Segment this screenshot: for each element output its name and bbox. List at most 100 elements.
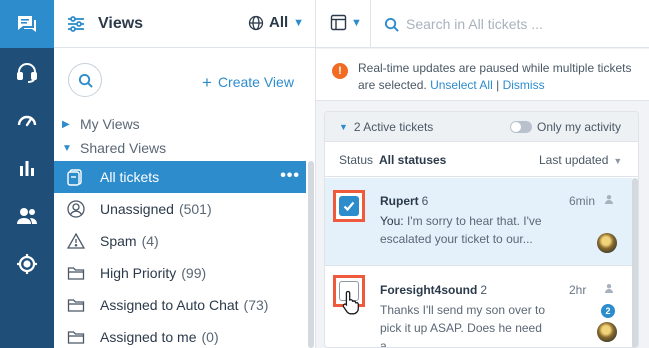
message-count: 6 bbox=[421, 194, 429, 208]
people-icon[interactable] bbox=[0, 192, 54, 240]
app-rail bbox=[0, 0, 54, 348]
view-item-high-priority[interactable]: High Priority (99) bbox=[54, 257, 306, 289]
group-label: My Views bbox=[80, 116, 140, 132]
warning-icon bbox=[66, 231, 86, 251]
view-item-all-tickets[interactable]: All tickets ••• bbox=[54, 161, 306, 193]
requester-name: Foresight4sound bbox=[380, 283, 478, 297]
highlight-box bbox=[333, 190, 365, 222]
status-filter-row: Status All statuses Last updated ▼ bbox=[325, 143, 638, 177]
ticket-requester: Rupert 6 bbox=[380, 194, 428, 208]
ticket-preview: You: I'm sorry to hear that. I've escala… bbox=[380, 212, 560, 248]
language-selector[interactable]: All ▼ bbox=[248, 14, 304, 31]
layout-toggle-button[interactable]: ▼ bbox=[330, 14, 362, 31]
create-view-button[interactable]: + Create View bbox=[202, 72, 294, 92]
group-label: Shared Views bbox=[80, 140, 167, 156]
person-icon bbox=[605, 284, 613, 293]
view-label: Assigned to me bbox=[100, 329, 197, 345]
more-options-icon[interactable]: ••• bbox=[280, 167, 300, 185]
view-item-unassigned[interactable]: Unassigned (501) bbox=[54, 193, 306, 225]
ticket-checkbox[interactable] bbox=[339, 196, 359, 216]
view-label: High Priority bbox=[100, 265, 177, 281]
views-header: Views All ▼ bbox=[54, 0, 316, 48]
only-my-activity-switch[interactable] bbox=[510, 121, 532, 133]
view-item-assigned-to-me[interactable]: Assigned to me (0) bbox=[54, 321, 306, 348]
target-settings-icon[interactable] bbox=[0, 240, 54, 288]
create-view-label: Create View bbox=[217, 74, 294, 90]
only-my-activity-label: Only my activity bbox=[537, 120, 622, 134]
chevron-down-icon: ▼ bbox=[613, 156, 623, 166]
hand-cursor-icon bbox=[342, 290, 359, 315]
header-divider bbox=[370, 0, 371, 48]
chevron-right-icon: ▶ bbox=[62, 118, 70, 130]
search-icon bbox=[78, 73, 93, 88]
plus-icon: + bbox=[202, 73, 212, 92]
tickets-icon bbox=[66, 167, 86, 187]
preview-text: I'm sorry to hear that. I've escalated y… bbox=[380, 214, 542, 246]
notice-separator: | bbox=[496, 78, 500, 92]
view-label: Assigned to Auto Chat bbox=[100, 297, 239, 313]
group-my-views[interactable]: ▶ My Views bbox=[62, 116, 140, 132]
notice-message: Real-time updates are paused while multi… bbox=[358, 61, 632, 92]
avatar bbox=[597, 322, 617, 342]
active-tickets-card: ▼ 2 Active tickets Only my activity Stat… bbox=[324, 111, 639, 348]
active-tickets-bar: ▼ 2 Active tickets Only my activity bbox=[325, 112, 638, 142]
view-count: (73) bbox=[243, 297, 269, 313]
globe-icon bbox=[248, 15, 264, 30]
unselect-all-link[interactable]: Unselect All bbox=[430, 78, 493, 92]
view-item-assigned-auto-chat[interactable]: Assigned to Auto Chat (73) bbox=[54, 289, 306, 321]
group-shared-views[interactable]: ▼ Shared Views bbox=[62, 140, 166, 156]
chevron-down-icon: ▼ bbox=[293, 16, 305, 29]
views-search-button[interactable] bbox=[68, 63, 102, 97]
realtime-paused-notice: ! Real-time updates are paused while mul… bbox=[316, 49, 649, 101]
user-icon bbox=[66, 199, 86, 219]
reports-icon[interactable] bbox=[0, 144, 54, 192]
view-count: (4) bbox=[141, 233, 159, 249]
check-icon bbox=[343, 201, 355, 212]
chevron-down-icon: ▼ bbox=[351, 16, 362, 29]
layout-icon bbox=[330, 14, 347, 31]
view-label: Unassigned bbox=[100, 201, 174, 217]
status-label: Status bbox=[339, 153, 374, 167]
folder-icon bbox=[66, 327, 86, 347]
search-icon bbox=[384, 17, 399, 32]
dashboard-icon[interactable] bbox=[0, 96, 54, 144]
ticket-row[interactable]: Foresight4sound 2 2hr Thanks I'll send my… bbox=[325, 267, 632, 347]
avatar bbox=[597, 233, 617, 253]
ticket-preview: Thanks I'll send my son over to pick it … bbox=[380, 301, 560, 347]
dismiss-link[interactable]: Dismiss bbox=[503, 78, 545, 92]
view-label: Spam bbox=[100, 233, 137, 249]
unread-badge: 2 bbox=[601, 304, 615, 318]
views-scrollbar[interactable] bbox=[308, 161, 314, 348]
sort-label: Last updated bbox=[539, 153, 609, 167]
preview-prefix: You: bbox=[380, 214, 404, 228]
views-panel: Views All ▼ + Create View ▶ My Views ▼ Sh… bbox=[54, 0, 316, 348]
message-count: 2 bbox=[480, 283, 488, 297]
view-list: All tickets ••• Unassigned (501) Spam (4… bbox=[54, 161, 306, 348]
language-value: All bbox=[269, 14, 289, 31]
ticket-row[interactable]: Rupert 6 6min You: I'm sorry to hear that… bbox=[325, 178, 632, 266]
view-label: All tickets bbox=[100, 169, 160, 185]
ticket-requester: Foresight4sound 2 bbox=[380, 283, 487, 297]
tickets-scrollbar[interactable] bbox=[632, 178, 638, 347]
ticket-time: 6min bbox=[569, 194, 596, 208]
status-filter-value[interactable]: All statuses bbox=[379, 153, 446, 167]
warning-icon: ! bbox=[332, 63, 348, 79]
folder-icon bbox=[66, 295, 86, 315]
chevron-down-icon: ▼ bbox=[62, 142, 72, 154]
active-tickets-title: 2 Active tickets bbox=[353, 120, 434, 134]
view-item-spam[interactable]: Spam (4) bbox=[54, 225, 306, 257]
tickets-panel: ▼ ! Real-time updates are paused while m… bbox=[316, 0, 649, 348]
view-count: (0) bbox=[201, 329, 219, 345]
views-title: Views bbox=[98, 15, 144, 32]
ticket-time: 2hr bbox=[569, 283, 587, 297]
view-count: (501) bbox=[178, 201, 212, 217]
ticket-search-input[interactable] bbox=[406, 13, 636, 35]
person-icon bbox=[605, 195, 613, 204]
view-count: (99) bbox=[181, 265, 207, 281]
sliders-icon[interactable] bbox=[66, 14, 86, 34]
folder-icon bbox=[66, 263, 86, 283]
headset-icon[interactable] bbox=[0, 48, 54, 96]
conversations-icon[interactable] bbox=[0, 0, 54, 48]
active-tickets-toggle[interactable]: ▼ 2 Active tickets bbox=[339, 120, 433, 134]
sort-selector[interactable]: Last updated ▼ bbox=[539, 153, 622, 167]
